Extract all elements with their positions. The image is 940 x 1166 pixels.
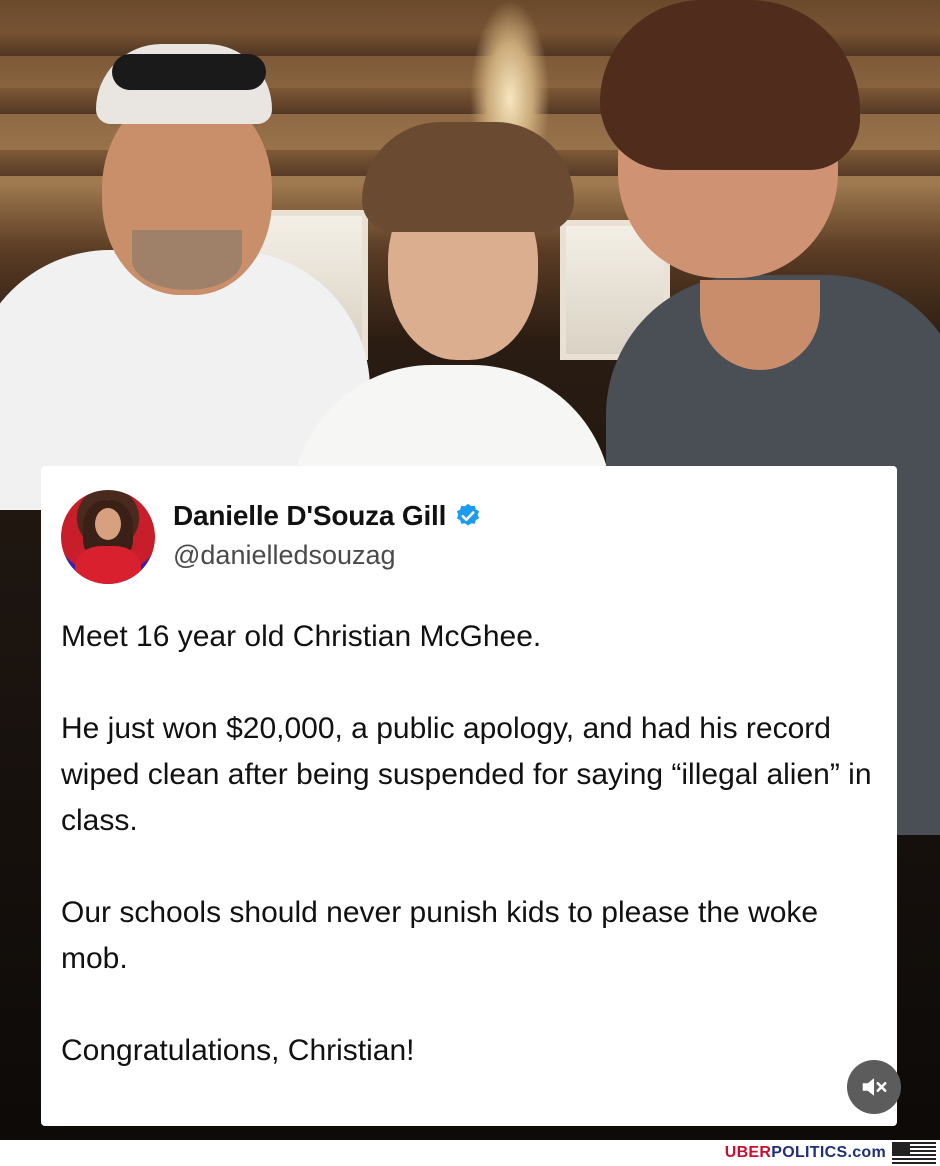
mute-button[interactable] xyxy=(847,1060,901,1114)
author-name[interactable]: Danielle D'Souza Gill xyxy=(173,500,446,532)
site-watermark[interactable]: UBERPOLITICS.com xyxy=(725,1144,886,1162)
tweet-paragraph: Congratulations, Christian! xyxy=(61,1034,415,1067)
tweet-body: Meet 16 year old Christian McGhee. He ju… xyxy=(61,614,881,1120)
tweet-paragraph: Meet 16 year old Christian McGhee. xyxy=(61,620,542,653)
verified-badge-icon xyxy=(457,503,480,526)
tweet-paragraph: Our schools should never punish kids to … xyxy=(61,896,819,975)
watermark-bar: UBERPOLITICS.com xyxy=(0,1140,940,1166)
watermark-suffix: POLITICS.com xyxy=(771,1144,886,1161)
author-name-row: Danielle D'Souza Gill xyxy=(173,500,482,532)
tweet-paragraph: He just won $20,000, a public apology, a… xyxy=(61,712,872,837)
speaker-muted-icon xyxy=(862,1078,887,1096)
tweet-card: Danielle D'Souza Gill @danielledsouzag M… xyxy=(41,466,901,1126)
watermark-prefix: UBER xyxy=(724,1144,772,1161)
author-avatar[interactable] xyxy=(61,490,155,584)
pendant-lamp xyxy=(470,0,550,140)
author-handle[interactable]: @danielledsouzag xyxy=(173,540,396,571)
us-flag-icon xyxy=(892,1142,936,1164)
